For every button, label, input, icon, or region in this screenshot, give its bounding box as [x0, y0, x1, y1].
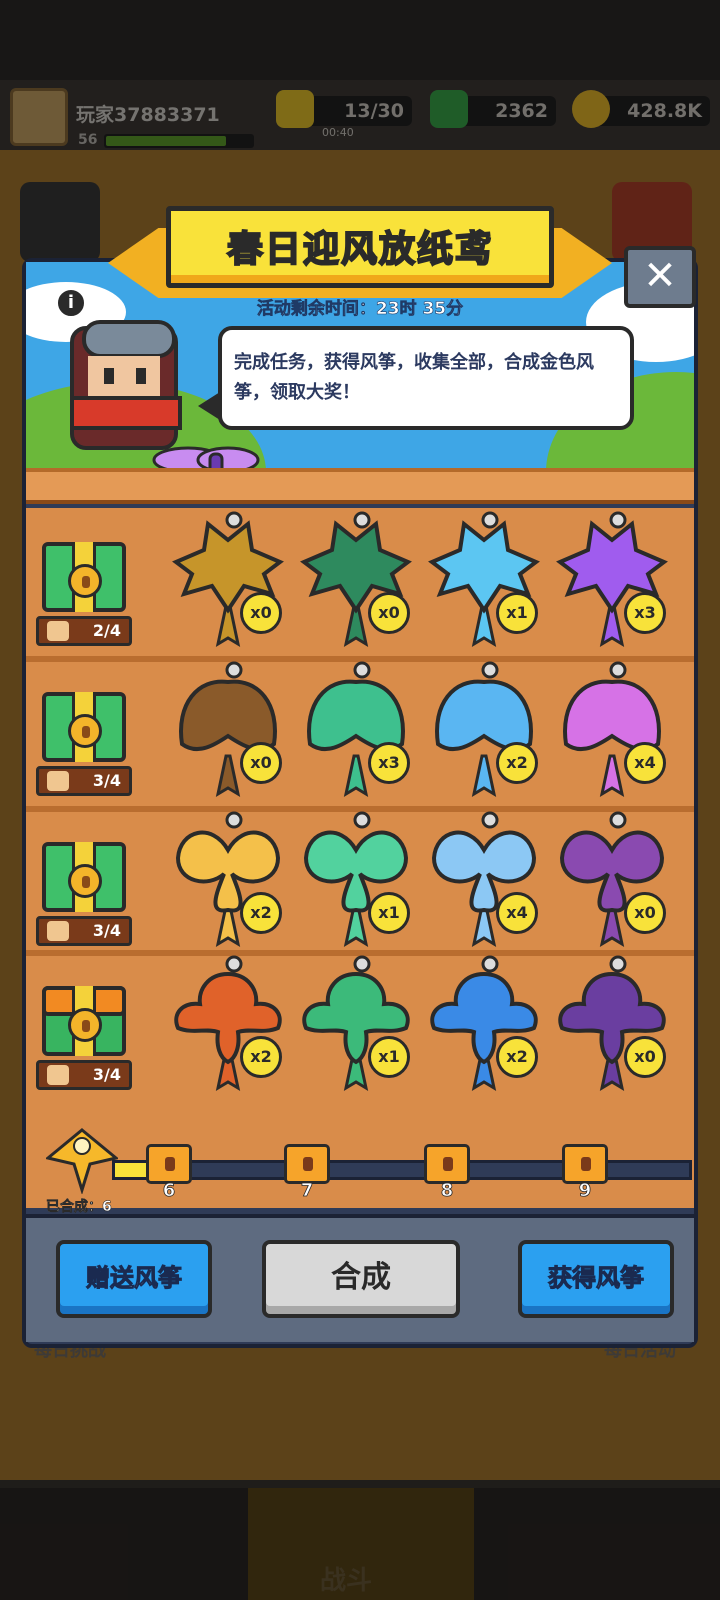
- lock-icon: [303, 1157, 313, 1171]
- row-counter-text: 2/4: [92, 621, 121, 640]
- row-counter-text: 3/4: [92, 1065, 121, 1084]
- row-collection-counter: 3/4: [36, 916, 132, 946]
- kite-string-ring: [353, 955, 371, 973]
- kite-count-badge: x2: [496, 1036, 538, 1078]
- kite-count-badge: x2: [240, 892, 282, 934]
- row-collection-counter: 3/4: [36, 766, 132, 796]
- milestone-chest-icon[interactable]: [424, 1144, 470, 1184]
- event-time-left: 活动剩余时间：23时 35分: [256, 299, 464, 320]
- gold-reward-chest[interactable]: [42, 986, 126, 1056]
- kite-string-ring: [481, 661, 499, 679]
- kite-string-ring: [225, 511, 243, 529]
- event-title: 春日迎风放纸鸢: [226, 228, 493, 271]
- lock-icon: [165, 1157, 175, 1171]
- keyhole: [82, 876, 90, 888]
- kite-string-ring: [481, 511, 499, 529]
- kite-string-ring: [353, 511, 371, 529]
- kite-count-badge: x2: [496, 742, 538, 784]
- lock-icon: [68, 1008, 102, 1042]
- reward-chest[interactable]: [42, 542, 126, 612]
- kite-count-badge: x3: [624, 592, 666, 634]
- kite-count-badge: x0: [240, 742, 282, 784]
- golden-kite-icon: [46, 1128, 118, 1194]
- event-description: 完成任务，获得风筝，收集全部，合成金色风筝，领取大奖！: [234, 352, 594, 403]
- reward-chest[interactable]: [42, 842, 126, 912]
- kite-count-badge: x4: [624, 742, 666, 784]
- lock-icon: [68, 714, 102, 748]
- kite-count-badge: x0: [624, 1036, 666, 1078]
- mini-kite-icon: [47, 921, 69, 941]
- mini-kite-icon: [47, 771, 69, 791]
- kite-string-ring: [353, 811, 371, 829]
- kite-body: [179, 679, 277, 751]
- kite-count-badge: x3: [368, 742, 410, 784]
- kite-count-badge: x0: [624, 892, 666, 934]
- milestone-number: 9: [578, 1180, 592, 1202]
- kite-string-ring: [225, 955, 243, 973]
- lock-icon: [581, 1157, 591, 1171]
- kite-count-badge: x4: [496, 892, 538, 934]
- kite-body: [307, 679, 405, 751]
- kite-string-ring: [353, 661, 371, 679]
- milestone-number: 7: [300, 1180, 314, 1202]
- synthesize-button[interactable]: 合成: [262, 1240, 460, 1318]
- kite-count-badge: x1: [496, 592, 538, 634]
- row-counter-text: 3/4: [92, 921, 121, 940]
- shelf-top: [26, 468, 694, 504]
- kite-count-badge: x1: [368, 892, 410, 934]
- mini-kite-icon: [47, 1065, 69, 1085]
- kite-tail: [343, 754, 369, 798]
- kite-count-badge: x1: [368, 1036, 410, 1078]
- row-counter-text: 3/4: [92, 771, 121, 790]
- kite-string-ring: [225, 811, 243, 829]
- milestone-number: 8: [440, 1180, 454, 1202]
- reward-chest[interactable]: [42, 692, 126, 762]
- kite-string-ring: [481, 955, 499, 973]
- milestone-chest-icon[interactable]: [284, 1144, 330, 1184]
- kite-string-ring: [609, 811, 627, 829]
- kite-count-badge: x0: [368, 592, 410, 634]
- close-button[interactable]: ✕: [624, 246, 696, 308]
- mini-kite-icon: [47, 621, 69, 641]
- kite-body: [563, 679, 661, 751]
- kite-string-ring: [225, 661, 243, 679]
- kite-string-ring: [481, 811, 499, 829]
- info-button[interactable]: i: [56, 288, 86, 318]
- kite-tail: [471, 754, 497, 798]
- kite-string-ring: [609, 661, 627, 679]
- milestone-chest-icon[interactable]: [562, 1144, 608, 1184]
- speech-bubble-tail: [198, 392, 220, 420]
- lock-icon: [68, 864, 102, 898]
- kite-string-ring: [609, 511, 627, 529]
- keyhole: [82, 1020, 90, 1032]
- kite-count-badge: x2: [240, 1036, 282, 1078]
- keyhole: [82, 726, 90, 738]
- kite-string-ring: [609, 955, 627, 973]
- kite-body: [435, 679, 533, 751]
- milestone-number: 6: [162, 1180, 176, 1202]
- milestone-chest-icon[interactable]: [146, 1144, 192, 1184]
- keyhole: [82, 576, 90, 588]
- lock-icon: [68, 564, 102, 598]
- kite-tail: [215, 754, 241, 798]
- kite-tail: [599, 754, 625, 798]
- kite-count-badge: x0: [240, 592, 282, 634]
- synthesized-count: 已合成：6: [46, 1199, 112, 1216]
- lock-icon: [443, 1157, 453, 1171]
- gift-kite-button[interactable]: 赠送风筝: [56, 1240, 212, 1318]
- row-collection-counter: 3/4: [36, 1060, 132, 1090]
- obtain-kite-button[interactable]: 获得风筝: [518, 1240, 674, 1318]
- row-collection-counter: 2/4: [36, 616, 132, 646]
